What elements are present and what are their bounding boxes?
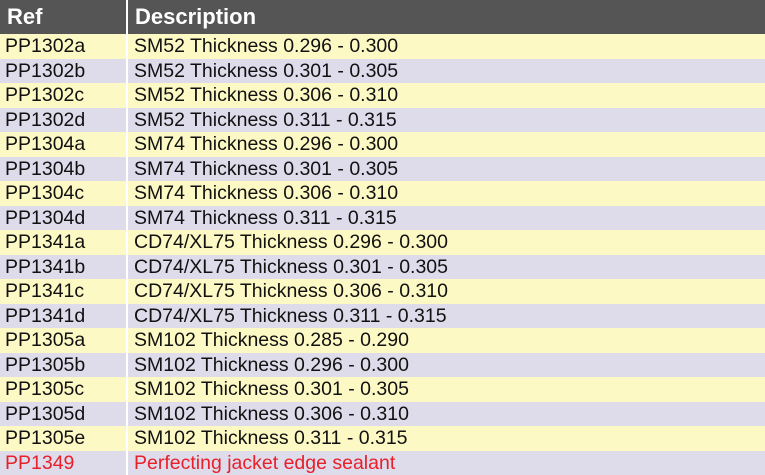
cell-ref: PP1341d (0, 303, 127, 328)
table-row: PP1341d CD74/XL75 Thickness 0.311 - 0.315 (0, 303, 765, 328)
table-row: PP1304c SM74 Thickness 0.306 - 0.310 (0, 181, 765, 206)
cell-ref: PP1305e (0, 426, 127, 451)
cell-description: SM74 Thickness 0.311 - 0.315 (126, 205, 765, 230)
cell-ref: PP1305d (0, 401, 127, 426)
cell-ref: PP1304a (0, 132, 127, 157)
cell-description: SM52 Thickness 0.301 - 0.305 (126, 58, 765, 83)
table-row: PP1305c SM102 Thickness 0.301 - 0.305 (0, 377, 765, 402)
cell-description: SM52 Thickness 0.306 - 0.310 (126, 83, 765, 108)
cell-description: SM102 Thickness 0.285 - 0.290 (126, 328, 765, 353)
cell-ref: PP1341c (0, 279, 127, 304)
cell-description: SM74 Thickness 0.306 - 0.310 (126, 181, 765, 206)
cell-description: CD74/XL75 Thickness 0.296 - 0.300 (126, 230, 765, 255)
cell-description: Perfecting jacket edge sealant (126, 450, 765, 475)
cell-ref: PP1341b (0, 254, 127, 279)
cell-description: SM102 Thickness 0.301 - 0.305 (126, 377, 765, 402)
table-row: PP1305a SM102 Thickness 0.285 - 0.290 (0, 328, 765, 353)
cell-ref: PP1302d (0, 107, 127, 132)
table-row: PP1305d SM102 Thickness 0.306 - 0.310 (0, 401, 765, 426)
table-row: PP1302d SM52 Thickness 0.311 - 0.315 (0, 107, 765, 132)
column-header-description: Description (126, 0, 765, 34)
table-header-row: Ref Description (0, 0, 765, 34)
cell-ref: PP1302c (0, 83, 127, 108)
cell-description: SM102 Thickness 0.311 - 0.315 (126, 426, 765, 451)
cell-description: SM52 Thickness 0.311 - 0.315 (126, 107, 765, 132)
column-header-ref: Ref (0, 0, 127, 34)
cell-ref: PP1304b (0, 156, 127, 181)
cell-ref: PP1304d (0, 205, 127, 230)
cell-ref: PP1305c (0, 377, 127, 402)
cell-description: SM74 Thickness 0.301 - 0.305 (126, 156, 765, 181)
table-body: PP1302a SM52 Thickness 0.296 - 0.300 PP130… (0, 34, 765, 475)
table-row: PP1305b SM102 Thickness 0.296 - 0.300 (0, 352, 765, 377)
cell-ref: PP1302a (0, 34, 127, 59)
cell-ref: PP1305b (0, 352, 127, 377)
table-row: PP1302a SM52 Thickness 0.296 - 0.300 (0, 34, 765, 59)
table-row: PP1302b SM52 Thickness 0.301 - 0.305 (0, 58, 765, 83)
table-row: PP1341a CD74/XL75 Thickness 0.296 - 0.300 (0, 230, 765, 255)
cell-description: SM74 Thickness 0.296 - 0.300 (126, 132, 765, 157)
table-row: PP1341c CD74/XL75 Thickness 0.306 - 0.310 (0, 279, 765, 304)
cell-description: SM102 Thickness 0.296 - 0.300 (126, 352, 765, 377)
cell-description: SM102 Thickness 0.306 - 0.310 (126, 401, 765, 426)
table-row: PP1341b CD74/XL75 Thickness 0.301 - 0.305 (0, 254, 765, 279)
table-row: PP1304a SM74 Thickness 0.296 - 0.300 (0, 132, 765, 157)
table-row: PP1304d SM74 Thickness 0.311 - 0.315 (0, 205, 765, 230)
cell-ref: PP1305a (0, 328, 127, 353)
table-row: PP1302c SM52 Thickness 0.306 - 0.310 (0, 83, 765, 108)
cell-description: CD74/XL75 Thickness 0.306 - 0.310 (126, 279, 765, 304)
cell-ref: PP1349 (0, 450, 127, 475)
cell-ref: PP1304c (0, 181, 127, 206)
cell-description: CD74/XL75 Thickness 0.301 - 0.305 (126, 254, 765, 279)
table-row: PP1305e SM102 Thickness 0.311 - 0.315 (0, 426, 765, 451)
cell-ref: PP1302b (0, 58, 127, 83)
table-row: PP1304b SM74 Thickness 0.301 - 0.305 (0, 156, 765, 181)
cell-ref: PP1341a (0, 230, 127, 255)
cell-description: SM52 Thickness 0.296 - 0.300 (126, 34, 765, 59)
table-row: PP1349 Perfecting jacket edge sealant (0, 450, 765, 475)
product-table: Ref Description PP1302a SM52 Thickness 0.… (0, 0, 765, 475)
cell-description: CD74/XL75 Thickness 0.311 - 0.315 (126, 303, 765, 328)
